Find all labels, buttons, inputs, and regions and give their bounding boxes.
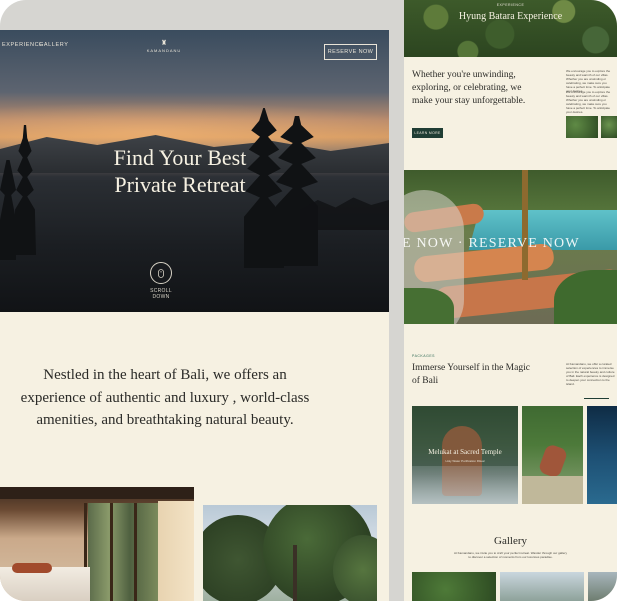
hero-section: EXPERIENCE GALLERY ♜ KAMANDANU RESERVE N… (0, 30, 389, 312)
nav-link-gallery[interactable]: GALLERY (39, 42, 68, 48)
thumb-photo-1 (566, 116, 598, 138)
experience-card-yoga[interactable] (522, 406, 583, 504)
gallery-photo-2[interactable] (500, 572, 584, 601)
tropical-trees-photo (203, 505, 377, 601)
card-subtitle: Holy Water Purification Ritual (445, 459, 485, 463)
welcome-text-b: We encourage you to explore the beauty a… (566, 90, 611, 114)
temple-left-small-silhouette (0, 160, 16, 260)
intro-paragraph: Nestled in the heart of Bali, we offers … (20, 367, 310, 428)
landing-page-secondary: EXPERIENCE Hyung Batara Experience Wheth… (404, 0, 617, 601)
thumb-photo-2 (601, 116, 617, 138)
scroll-down-button[interactable] (150, 262, 172, 284)
divider-line (584, 398, 609, 399)
temple-logo-icon: ♜ (160, 40, 168, 47)
hero-title: Find Your Best Private Retreat (113, 145, 247, 197)
brand-name: KAMANDANU (146, 48, 182, 53)
packages-heading: Immerse Yourself in the Magic of Bali (412, 363, 530, 386)
experience-card-melukat[interactable]: Melukat at Sacred Temple Holy Water Puri… (412, 406, 518, 504)
landing-page-main: EXPERIENCE GALLERY ♜ KAMANDANU RESERVE N… (0, 30, 389, 601)
gallery-photo-3[interactable] (588, 572, 617, 601)
reserve-now-button[interactable]: RESERVE NOW (324, 44, 377, 60)
gallery-title: Gallery (494, 535, 527, 547)
nav-link-experience[interactable]: EXPERIENCE (2, 42, 43, 48)
scroll-down-label: SCROLL DOWN (150, 288, 172, 300)
gallery-description: At Kamandanu, we invite you to craft you… (454, 551, 567, 559)
banner-tag: EXPERIENCE (496, 3, 525, 7)
experience-card-dive[interactable] (587, 406, 617, 504)
card-title: Melukat at Sacred Temple (428, 448, 502, 456)
reserve-now-marquee[interactable]: E NOW · RESERVE NOW (404, 236, 617, 252)
experience-banner: EXPERIENCE Hyung Batara Experience (404, 0, 617, 57)
mouse-icon (158, 268, 164, 278)
top-navigation: EXPERIENCE GALLERY ♜ KAMANDANU RESERVE N… (0, 38, 389, 60)
banner-title: Hyung Batara Experience (458, 11, 563, 22)
mockup-frame: EXPERIENCE GALLERY ♜ KAMANDANU RESERVE N… (0, 0, 617, 601)
villa-bedroom-photo (0, 487, 194, 601)
brand-logo[interactable]: ♜ KAMANDANU (134, 40, 194, 53)
packages-tag: PACKAGES (412, 354, 435, 358)
learn-more-button[interactable]: LEARN MORE (412, 128, 443, 138)
welcome-heading: Whether you're unwinding, exploring, or … (412, 70, 526, 106)
gallery-photo-1[interactable] (412, 572, 496, 601)
lake-reflection (0, 180, 389, 312)
packages-blurb: At Kamandanu, we offer a curated selecti… (566, 362, 615, 386)
